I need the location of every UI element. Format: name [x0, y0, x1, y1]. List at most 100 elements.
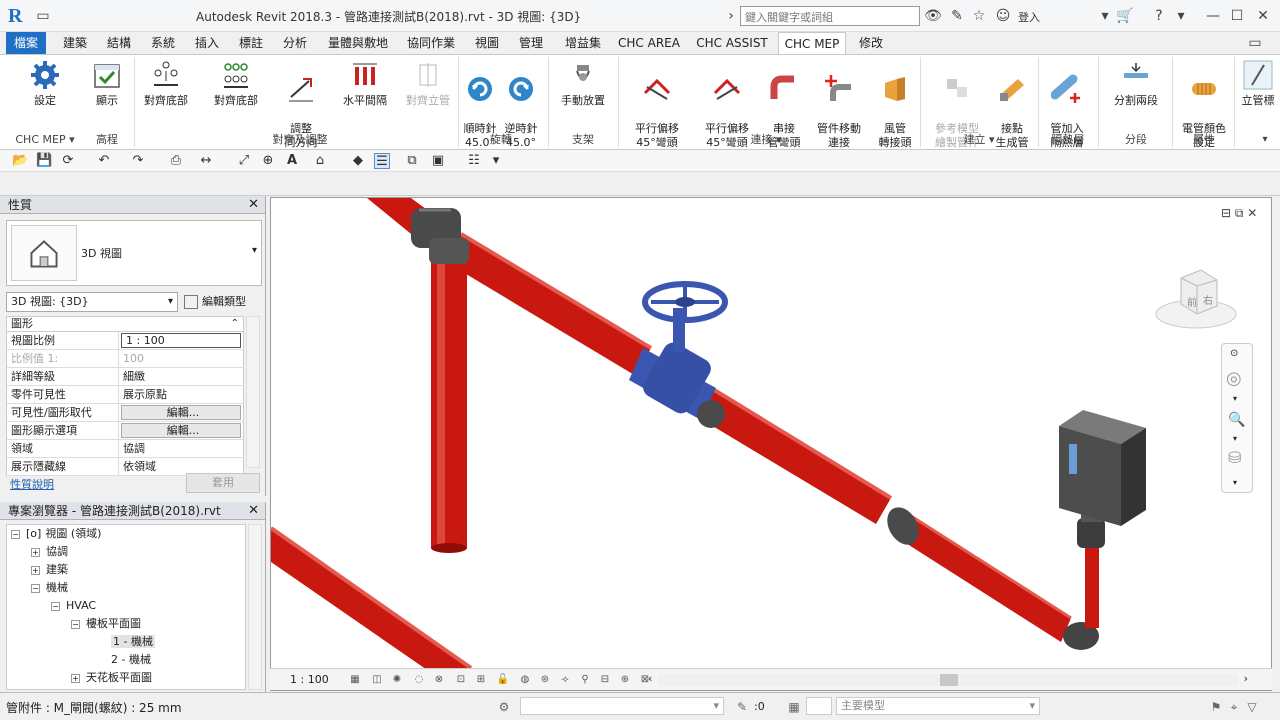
steering-wheel-icon[interactable]: ◎: [1226, 368, 1242, 389]
spot-elevation-icon[interactable]: ⊕: [260, 153, 276, 169]
tab-massing-site[interactable]: 量體與敷地: [322, 32, 394, 54]
detail-level-icon[interactable]: ▦: [348, 673, 362, 687]
align-bottom-button-1[interactable]: 對齊底部: [138, 59, 194, 131]
ribbon-expand-icon[interactable]: ▾: [1256, 131, 1274, 149]
expand-icon[interactable]: +: [71, 673, 80, 683]
model-icon[interactable]: ▦: [786, 699, 802, 715]
collapse-icon[interactable]: ⌃: [231, 317, 239, 331]
tee-fitting[interactable]: [411, 208, 469, 264]
close-icon[interactable]: ✕: [1254, 7, 1272, 25]
visibility-edit-button[interactable]: 編輯...: [121, 405, 241, 420]
horizontal-spacing-button[interactable]: 水平間隔: [336, 59, 394, 131]
vertical-pipe-left[interactable]: [431, 258, 467, 553]
restore-view-icon[interactable]: ⊟: [1221, 206, 1231, 220]
parts-visibility-value[interactable]: 展示原點: [119, 386, 243, 403]
tab-collaborate[interactable]: 協同作業: [400, 32, 462, 54]
tab-annotate[interactable]: 標註: [232, 32, 270, 54]
crop-region-icon[interactable]: ⊞: [474, 673, 488, 687]
tab-modify[interactable]: 修改: [852, 32, 890, 54]
tab-insert[interactable]: 插入: [188, 32, 226, 54]
gate-valve[interactable]: [629, 281, 728, 428]
graphics-section-header[interactable]: 圖形 ⌃: [6, 316, 244, 332]
navbar-close-icon[interactable]: ⊙: [1230, 348, 1238, 359]
viewcube[interactable]: 前 右: [1151, 258, 1241, 338]
apply-button[interactable]: 套用: [186, 473, 260, 493]
tab-chc-assist[interactable]: CHC ASSIST: [692, 32, 772, 54]
tab-chc-mep[interactable]: CHC MEP: [778, 32, 846, 54]
zoom-icon[interactable]: 🔍: [1228, 412, 1245, 428]
undo-icon[interactable]: ↶: [96, 153, 112, 169]
collapse-icon[interactable]: −: [31, 583, 40, 593]
temp-view-properties-icon[interactable]: ⟢: [558, 673, 572, 687]
close-hidden-windows-icon[interactable]: ⧉: [404, 153, 420, 169]
redo-icon[interactable]: ↷: [130, 153, 146, 169]
conduit-color-button[interactable]: 電管顏色 設定: [1176, 59, 1232, 149]
display-button[interactable]: 顯示: [86, 59, 128, 131]
design-options-icon[interactable]: ✎: [734, 699, 750, 715]
collapse-icon[interactable]: −: [51, 601, 60, 611]
subscription-icon[interactable]: ✎: [948, 7, 966, 25]
shadows-icon[interactable]: ◌: [412, 673, 426, 687]
user-icon[interactable]: ☺: [994, 7, 1012, 25]
add-insulation-button[interactable]: 管加入 隔熱層: [1042, 59, 1092, 149]
measure-icon[interactable]: ↔: [198, 153, 214, 169]
reference-model-button[interactable]: 參考模型 繪製管件: [926, 59, 988, 149]
sun-path-icon[interactable]: ✺: [390, 673, 404, 687]
save-icon[interactable]: 💾: [36, 153, 52, 169]
show-rendering-icon[interactable]: ⊗: [432, 673, 446, 687]
expand-icon[interactable]: +: [31, 565, 40, 575]
view-instance-dropdown[interactable]: 3D 視圖: {3D} ▾: [6, 292, 178, 312]
split-two-button[interactable]: 分割兩段: [1104, 59, 1168, 131]
zoom-dropdown-icon[interactable]: ▾: [1233, 434, 1237, 443]
star-icon[interactable]: ☆: [970, 7, 988, 25]
browser-scrollbar[interactable]: [248, 524, 262, 690]
login-dropdown-icon[interactable]: ▾: [1096, 7, 1114, 25]
rotate-ccw-button[interactable]: 逆時針 45.0°: [500, 59, 542, 149]
properties-scrollbar[interactable]: [246, 316, 260, 468]
main-model-dropdown[interactable]: 主要模型 ▾: [836, 697, 1040, 715]
workset-dropdown[interactable]: ▾: [520, 697, 724, 715]
connect-group-label[interactable]: 連接 ▾: [726, 131, 806, 149]
customize-qat-icon[interactable]: ☷: [466, 153, 482, 169]
elevation-tag-button[interactable]: 立管標: [1236, 59, 1280, 131]
scrollbar-thumb[interactable]: [940, 674, 958, 686]
tab-file[interactable]: 檔案: [6, 32, 46, 54]
type-dropdown-icon[interactable]: ▾: [252, 245, 257, 256]
connect-point-button[interactable]: 接點 生成管: [990, 59, 1034, 149]
minimize-icon[interactable]: —: [1204, 7, 1222, 25]
collapse-icon[interactable]: −: [71, 619, 80, 629]
expand-search-icon[interactable]: ›: [722, 7, 740, 25]
align-bottom-button-2[interactable]: 對齊底部: [208, 59, 264, 131]
3d-viewport[interactable]: ⊟ ⧉ ✕ 前 右 ⊙ ◎ ▾ 🔍 ▾ ⛁ ▾: [270, 197, 1272, 691]
select-pinned-icon[interactable]: ⌖: [1226, 699, 1242, 715]
close-icon[interactable]: ✕: [248, 196, 259, 214]
help-dropdown-icon[interactable]: ▾: [1172, 7, 1190, 25]
tab-structure[interactable]: 結構: [100, 32, 138, 54]
qat-dropdown-icon[interactable]: ▾: [488, 153, 504, 169]
tree-item-mechanical[interactable]: − 機械: [31, 579, 68, 597]
text-icon[interactable]: A: [284, 153, 300, 169]
expand-icon[interactable]: +: [31, 547, 40, 557]
tree-item-level-2-mech[interactable]: 2 - 機械: [111, 651, 151, 669]
ribbon-toggle-icon[interactable]: ▭: [1246, 34, 1264, 52]
manual-place-button[interactable]: 手動放置: [554, 59, 612, 131]
crop-view-icon[interactable]: ⊡: [454, 673, 468, 687]
build-group-label[interactable]: 建立 ▾: [944, 131, 1014, 149]
thin-lines-icon[interactable]: ☰: [374, 153, 390, 169]
login-button[interactable]: 登入: [1018, 9, 1040, 25]
tab-architecture[interactable]: 建築: [56, 32, 94, 54]
tab-analyze[interactable]: 分析: [276, 32, 314, 54]
align-vertical-button[interactable]: 對齊立管: [400, 59, 456, 131]
switch-windows-icon[interactable]: ▣: [430, 153, 446, 169]
select-links-icon[interactable]: ⚑: [1208, 699, 1224, 715]
print-icon[interactable]: ⎙: [168, 153, 184, 169]
properties-help-link[interactable]: 性質說明: [10, 476, 54, 492]
tree-item-hvac[interactable]: − HVAC: [51, 597, 96, 615]
analytical-model-icon[interactable]: ⊟: [598, 673, 612, 687]
chc-mep-group-label[interactable]: CHC MEP ▾: [6, 131, 84, 149]
tree-item-level-1-mech[interactable]: 1 - 機械: [111, 633, 155, 651]
edit-type-button[interactable]: 編輯類型: [184, 292, 262, 312]
revit-logo-icon[interactable]: R: [8, 5, 26, 27]
view-scale-control[interactable]: 1 : 100: [290, 673, 329, 686]
search-input[interactable]: 鍵入關鍵字或詞組: [740, 6, 920, 26]
